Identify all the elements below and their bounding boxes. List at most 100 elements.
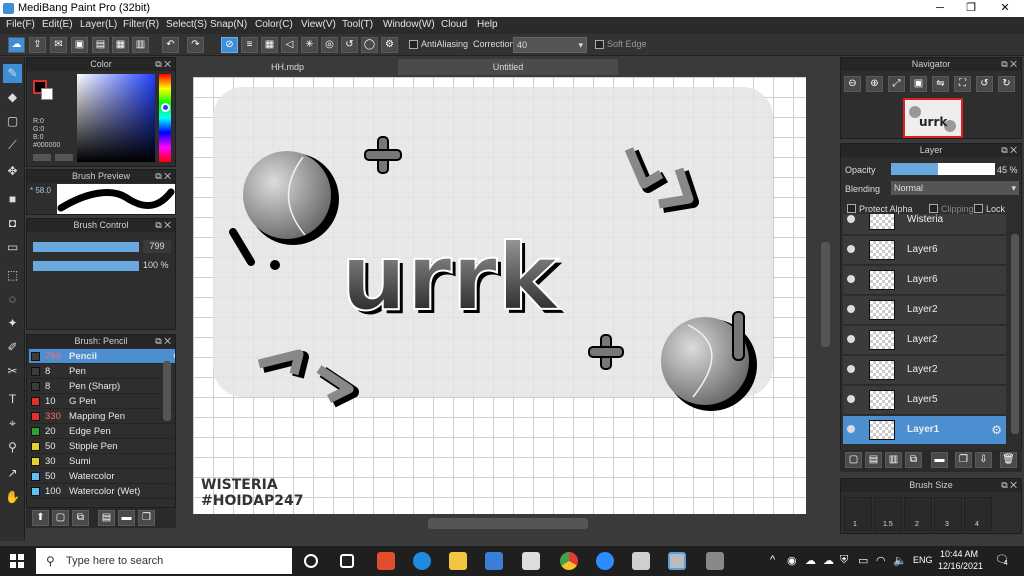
brush-item[interactable]: 8 Pen bbox=[29, 364, 175, 379]
gradient-tool-icon[interactable]: ▭ bbox=[3, 238, 22, 257]
select-tool-icon[interactable]: ⬚ bbox=[3, 266, 22, 285]
line-tool-icon[interactable]: ⟋ bbox=[3, 136, 22, 155]
zoom-icon[interactable] bbox=[596, 552, 614, 570]
photos-icon[interactable] bbox=[632, 552, 650, 570]
brush-item[interactable]: 100 Watercolor (Wet) bbox=[29, 484, 175, 499]
menu-filter[interactable]: Filter(R) bbox=[123, 19, 159, 30]
brush-duplicate-icon[interactable]: ❐ bbox=[138, 510, 155, 526]
add-layer-menu-icon[interactable]: ⧉ bbox=[905, 452, 922, 468]
security-icon[interactable]: ⛨ bbox=[840, 554, 848, 567]
brush-copy-icon[interactable]: ⧉ bbox=[72, 510, 89, 526]
brush-size-cell[interactable]: 3 bbox=[934, 497, 962, 531]
duplicate-layer-icon[interactable]: ❐ bbox=[955, 452, 972, 468]
rotate-right-icon[interactable]: ↻ bbox=[998, 76, 1015, 92]
radial-snap-icon[interactable]: ✳ bbox=[301, 37, 318, 53]
clock-time[interactable]: 10:44 AM bbox=[940, 549, 978, 559]
brush-size-cell[interactable]: 1.5 bbox=[874, 497, 902, 531]
gear-icon[interactable]: ⚙ bbox=[991, 423, 1002, 437]
divide-tool-icon[interactable]: ⌖ bbox=[3, 414, 22, 433]
panel-controls-icon[interactable]: ⧉ ✕ bbox=[1001, 144, 1017, 157]
visibility-icon[interactable] bbox=[847, 425, 855, 433]
menu-select[interactable]: Select(S) bbox=[166, 19, 207, 30]
layer-row[interactable]: Layer6 bbox=[843, 266, 1006, 295]
onedrive-icon[interactable]: ☁ bbox=[805, 554, 816, 567]
layer-row[interactable]: Layer2 bbox=[843, 356, 1006, 385]
close-button[interactable]: ✕ bbox=[990, 0, 1020, 17]
drawing-canvas[interactable]: urrk urrk WISTERIA #HOIDAP247 bbox=[193, 77, 806, 514]
layer-list-scrollbar[interactable] bbox=[1011, 234, 1019, 434]
brush-item[interactable]: 50 Watercolor bbox=[29, 469, 175, 484]
brush-item[interactable]: 30 Sumi bbox=[29, 454, 175, 469]
menu-snap[interactable]: Snap(N) bbox=[210, 19, 247, 30]
comment-icon[interactable]: ✉ bbox=[50, 37, 67, 53]
menu-color[interactable]: Color(C) bbox=[255, 19, 293, 30]
cortana-icon[interactable] bbox=[304, 554, 318, 568]
menu-layer[interactable]: Layer(L) bbox=[80, 19, 117, 30]
eraser-tool-icon[interactable]: ◆ bbox=[3, 88, 22, 107]
menu-cloud[interactable]: Cloud bbox=[441, 19, 467, 30]
zoom-out-icon[interactable]: ⊖ bbox=[844, 76, 861, 92]
layer-folder-icon[interactable]: ▬ bbox=[931, 452, 948, 468]
protect-alpha-checkbox[interactable] bbox=[847, 204, 856, 213]
visibility-icon[interactable] bbox=[847, 215, 855, 223]
gear-icon[interactable]: ⚙ bbox=[172, 349, 175, 364]
minimize-button[interactable]: ─ bbox=[925, 0, 955, 17]
tab-untitled[interactable]: Untitled bbox=[398, 59, 618, 75]
menu-file[interactable]: File(F) bbox=[6, 19, 35, 30]
visibility-icon[interactable] bbox=[847, 335, 855, 343]
hue-handle[interactable] bbox=[161, 103, 170, 112]
new-layer-1bit-icon[interactable]: ▥ bbox=[885, 452, 902, 468]
menu-help[interactable]: Help bbox=[477, 19, 498, 30]
edge-icon[interactable] bbox=[413, 552, 431, 570]
clock-date[interactable]: 12/16/2021 bbox=[938, 561, 983, 571]
text-tool-icon[interactable]: T bbox=[3, 390, 22, 409]
calculator-icon[interactable] bbox=[706, 552, 724, 570]
app-icon-1[interactable] bbox=[377, 552, 395, 570]
windows-start-icon[interactable] bbox=[10, 554, 24, 568]
layer-row[interactable]: Layer5 bbox=[843, 386, 1006, 415]
move-tool-icon[interactable]: ✥ bbox=[3, 162, 22, 181]
brush-item[interactable]: 8 Pen (Sharp) bbox=[29, 379, 175, 394]
layer-row[interactable]: Layer2 bbox=[843, 296, 1006, 325]
undo-icon[interactable]: ↶ bbox=[162, 37, 179, 53]
redo-icon[interactable]: ↷ bbox=[187, 37, 204, 53]
hue-slider[interactable] bbox=[159, 74, 171, 162]
wifi-icon[interactable]: ◠ bbox=[876, 554, 886, 567]
layer-row[interactable]: Layer2 bbox=[843, 326, 1006, 355]
hand-tool-icon[interactable]: ✋ bbox=[3, 488, 22, 507]
tray-icon-3[interactable]: ▭ bbox=[858, 554, 868, 567]
menu-view[interactable]: View(V) bbox=[301, 19, 336, 30]
cross-snap-icon[interactable]: ▦ bbox=[261, 37, 278, 53]
language-indicator[interactable]: ENG bbox=[913, 555, 933, 565]
zoom-in-icon[interactable]: ⊕ bbox=[866, 76, 883, 92]
snap-settings-icon[interactable]: ⚙ bbox=[381, 37, 398, 53]
mail-icon[interactable] bbox=[522, 552, 540, 570]
brush-size-cell[interactable]: 2 bbox=[904, 497, 932, 531]
upload-icon[interactable]: ⇪ bbox=[29, 37, 46, 53]
brush-edit-icon[interactable]: ▤ bbox=[98, 510, 115, 526]
canvas-vertical-scrollbar[interactable] bbox=[821, 242, 830, 347]
task-view-icon[interactable] bbox=[340, 554, 354, 568]
brush-size-value[interactable]: 799 bbox=[143, 240, 171, 253]
panel-controls-icon[interactable]: ⧉ ✕ bbox=[155, 219, 171, 232]
volume-icon[interactable]: 🔈 bbox=[893, 554, 907, 567]
color-swap-button[interactable] bbox=[55, 154, 73, 161]
visibility-icon[interactable] bbox=[847, 365, 855, 373]
visibility-icon[interactable] bbox=[847, 245, 855, 253]
soft-edge-checkbox[interactable] bbox=[595, 40, 604, 49]
fill-rect-tool-icon[interactable]: ■ bbox=[3, 190, 22, 209]
cloud-icon[interactable]: ☁ bbox=[8, 37, 25, 53]
panel-controls-icon[interactable]: ⧉ ✕ bbox=[1001, 479, 1017, 492]
brush-item[interactable]: 10 G Pen bbox=[29, 394, 175, 409]
tile-icon[interactable]: ▥ bbox=[132, 37, 149, 53]
delete-layer-icon[interactable]: 🗑 bbox=[1000, 452, 1017, 468]
lock-checkbox[interactable] bbox=[974, 204, 983, 213]
rotate-left-icon[interactable]: ↺ bbox=[976, 76, 993, 92]
select-pen-icon[interactable]: ✐ bbox=[3, 338, 22, 357]
tray-icon-2[interactable]: ☁ bbox=[823, 554, 834, 567]
lasso-tool-icon[interactable]: ◌ bbox=[3, 290, 22, 309]
circle-snap-icon[interactable]: ◎ bbox=[321, 37, 338, 53]
layer-row[interactable]: Layer1 ⚙ bbox=[843, 416, 1006, 445]
color-add-button[interactable] bbox=[33, 154, 51, 161]
brush-size-slider[interactable] bbox=[33, 242, 139, 252]
